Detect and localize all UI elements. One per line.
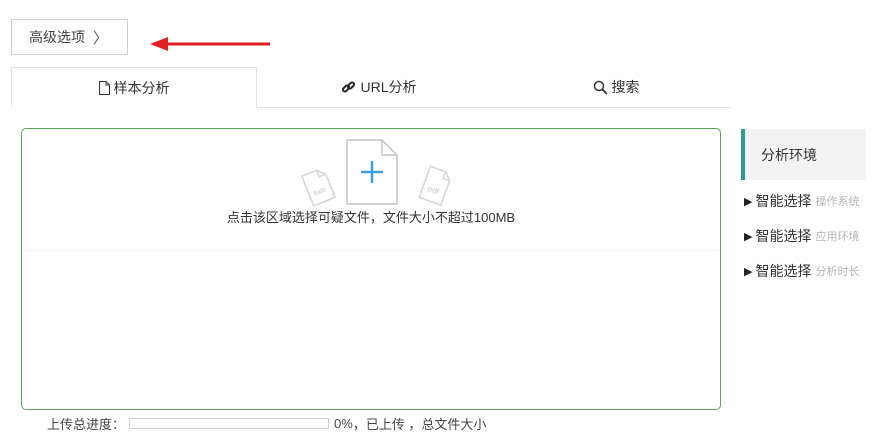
progress-label: 上传总进度： xyxy=(47,417,126,432)
sidebar-item-os[interactable]: ▶ 智能选择 操作系统 xyxy=(744,191,874,211)
triangle-right-icon: ▶ xyxy=(744,195,753,208)
triangle-right-icon: ▶ xyxy=(744,265,753,278)
tab-label: 样本分析 xyxy=(113,79,170,96)
sidebar-item-label: 智能选择 xyxy=(755,228,812,244)
triangle-right-icon: ▶ xyxy=(744,230,753,243)
search-icon xyxy=(593,80,608,95)
sidebar-item-app-env[interactable]: ▶ 智能选择 应用环境 xyxy=(744,226,874,246)
pdf-file-icon: pdf xyxy=(418,165,451,207)
sidebar-item-duration[interactable]: ▶ 智能选择 分析时长 xyxy=(744,261,874,281)
tab-label: 搜索 xyxy=(611,79,640,95)
upload-progress: 上传总进度： 0% ，已上传 ，总文件大小 xyxy=(47,414,486,433)
sidebar-item-sub: 操作系统 xyxy=(815,196,860,208)
sidebar-item-sub: 应用环境 xyxy=(815,231,860,243)
add-file-icon xyxy=(346,139,398,205)
file-icon xyxy=(98,80,110,95)
progress-percent: 0% xyxy=(334,416,353,431)
progress-bar xyxy=(129,418,330,429)
sidebar-item-sub: 分析时长 xyxy=(815,266,860,278)
tab-url-analysis[interactable]: URL分析 xyxy=(257,67,501,107)
file-upload-dropzone[interactable]: exe pdf 点击该区域选择可疑文件，文件大小不超过100MB xyxy=(21,128,721,410)
red-arrow-icon xyxy=(150,37,270,51)
advanced-options-button[interactable]: 高级选项 〉 xyxy=(11,19,128,55)
advanced-options-label: 高级选项 xyxy=(29,29,85,45)
chevron-right-icon: 〉 xyxy=(93,29,109,47)
analysis-environment-header: 分析环境 xyxy=(741,129,866,180)
sidebar-item-label: 智能选择 xyxy=(755,263,812,279)
tab-sample-analysis[interactable]: 样本分析 xyxy=(11,67,257,108)
progress-uploaded-info: ，已上传 ，总文件大小 xyxy=(352,417,487,432)
sidebar-item-label: 智能选择 xyxy=(755,193,812,209)
sidebar-title: 分析环境 xyxy=(761,146,817,163)
tab-search[interactable]: 搜索 xyxy=(501,67,731,107)
link-icon xyxy=(342,80,356,93)
upload-hint: 点击该区域选择可疑文件，文件大小不超过100MB xyxy=(226,210,516,225)
exe-file-icon: exe xyxy=(300,169,337,207)
tab-label: URL分析 xyxy=(360,79,417,95)
upload-divider xyxy=(23,250,719,251)
analysis-tabs: 样本分析 URL分析 搜索 xyxy=(11,67,731,108)
